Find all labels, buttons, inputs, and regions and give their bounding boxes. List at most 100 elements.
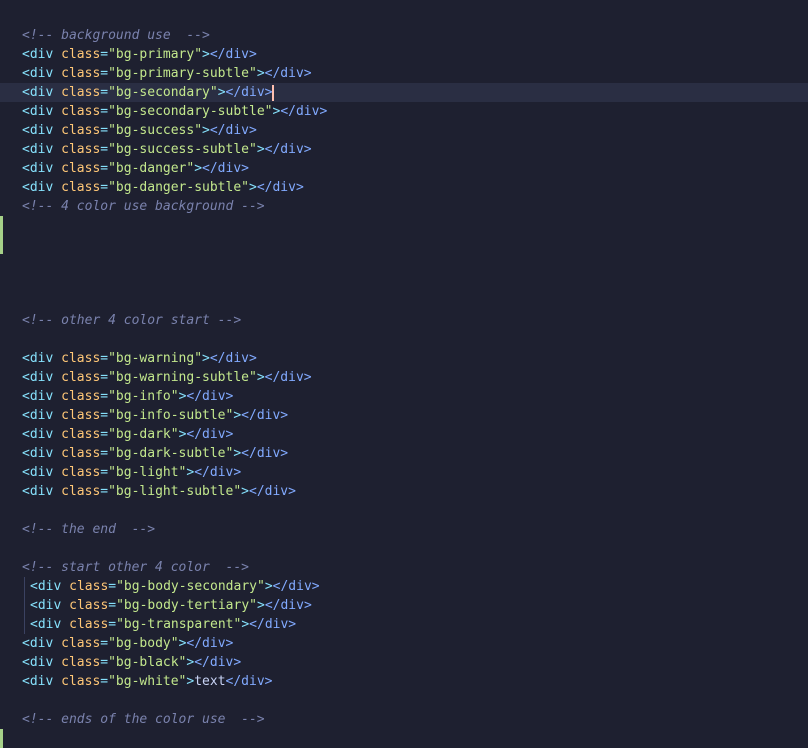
equals-sign: = (108, 617, 117, 632)
tag-open: > (257, 598, 265, 613)
attribute-value: "bg-dark-subtle" (108, 446, 234, 461)
equals-sign: = (100, 161, 109, 176)
tag-open: <div (22, 484, 62, 499)
text-content: text (194, 674, 226, 689)
code-comment: <!-- start other 4 color --> (22, 560, 249, 575)
code-line[interactable]: <div class="bg-dark-subtle"></div> (0, 444, 808, 463)
attribute-value: "bg-body-secondary" (116, 579, 265, 594)
tag-open: > (202, 47, 210, 62)
tag-open: <div (22, 465, 62, 480)
code-line[interactable]: <!-- background use --> (0, 26, 808, 45)
code-line[interactable] (0, 501, 808, 520)
tag-open: <div (22, 446, 62, 461)
tag-open: <div (22, 104, 62, 119)
code-line[interactable]: <div class="bg-secondary"></div> (0, 83, 808, 102)
attribute-value: "bg-black" (108, 655, 187, 670)
code-line[interactable] (0, 292, 808, 311)
code-line[interactable]: <div class="bg-black"></div> (0, 653, 808, 672)
attribute-name: class (61, 142, 101, 157)
attribute-name: class (69, 598, 109, 613)
code-line[interactable]: <div class="bg-body-tertiary"></div> (0, 596, 808, 615)
tag-close: </div> (225, 674, 273, 689)
tag-close: </div> (264, 598, 312, 613)
tag-close: </div> (186, 427, 234, 442)
tag-open: > (233, 408, 242, 423)
tag-open: <div (22, 655, 62, 670)
attribute-value: "bg-body" (108, 636, 179, 651)
attribute-value: "bg-primary-subtle" (108, 66, 257, 81)
attribute-name: class (61, 484, 101, 499)
code-line[interactable]: <!-- start other 4 color --> (0, 558, 808, 577)
code-line[interactable]: <div class="bg-danger"></div> (0, 159, 808, 178)
attribute-name: class (61, 66, 101, 81)
code-line[interactable]: <!-- the end --> (0, 520, 808, 539)
code-line[interactable]: <div class="bg-info"></div> (0, 387, 808, 406)
attribute-value: "bg-secondary" (108, 85, 218, 100)
code-line[interactable]: <div class="bg-primary"></div> (0, 45, 808, 64)
tag-close: </div> (194, 465, 242, 480)
attribute-value: "bg-primary" (108, 47, 203, 62)
code-line[interactable] (0, 273, 808, 292)
code-line[interactable]: <!-- ends of the color use --> (0, 710, 808, 729)
attribute-name: class (61, 47, 101, 62)
code-line[interactable] (0, 330, 808, 349)
code-line[interactable]: <div class="bg-body-secondary"></div> (0, 577, 808, 596)
attribute-name: class (61, 636, 101, 651)
equals-sign: = (100, 66, 109, 81)
code-line[interactable]: <div class="bg-success-subtle"></div> (0, 140, 808, 159)
tag-open: <div (22, 85, 62, 100)
attribute-name: class (61, 655, 101, 670)
attribute-value: "bg-body-tertiary" (116, 598, 257, 613)
code-line[interactable] (0, 254, 808, 273)
code-line[interactable]: <div class="bg-success"></div> (0, 121, 808, 140)
code-line[interactable]: <div class="bg-transparent"></div> (0, 615, 808, 634)
tag-close: </div> (225, 85, 273, 100)
code-line[interactable]: <div class="bg-light"></div> (0, 463, 808, 482)
code-line[interactable]: <div class="bg-primary-subtle"></div> (0, 64, 808, 83)
equals-sign: = (100, 484, 109, 499)
code-line[interactable]: <div class="bg-white">text</div> (0, 672, 808, 691)
attribute-name: class (61, 85, 101, 100)
equals-sign: = (100, 636, 109, 651)
attribute-value: "bg-dark" (108, 427, 179, 442)
code-line[interactable] (0, 691, 808, 710)
equals-sign: = (100, 85, 109, 100)
equals-sign: = (100, 465, 109, 480)
code-line[interactable] (0, 216, 808, 235)
code-line[interactable]: <div class="bg-warning-subtle"></div> (0, 368, 808, 387)
tag-close: </div> (209, 123, 257, 138)
attribute-value: "bg-warning-subtle" (108, 370, 257, 385)
tag-open: > (256, 142, 265, 157)
code-line[interactable] (0, 539, 808, 558)
code-line[interactable]: <div class="bg-warning"></div> (0, 349, 808, 368)
attribute-value: "bg-success" (108, 123, 203, 138)
code-line[interactable]: <div class="bg-dark"></div> (0, 425, 808, 444)
code-line[interactable]: <!-- other 4 color start --> (0, 311, 808, 330)
code-line[interactable]: <div class="bg-body"></div> (0, 634, 808, 653)
equals-sign: = (100, 142, 109, 157)
tag-close: </div> (209, 351, 257, 366)
tag-open: <div (22, 370, 62, 385)
tag-open: > (217, 85, 226, 100)
code-line[interactable]: <div class="bg-secondary-subtle"></div> (0, 102, 808, 121)
code-line[interactable]: <div class="bg-danger-subtle"></div> (0, 178, 808, 197)
tag-close: </div> (256, 180, 304, 195)
code-line[interactable]: <!-- 4 color use background --> (0, 197, 808, 216)
tag-open: > (256, 66, 265, 81)
tag-open: <div (22, 142, 62, 157)
tag-open: <div (30, 617, 70, 632)
tag-open: > (241, 484, 249, 499)
tag-open: <div (22, 351, 62, 366)
tag-open: > (194, 161, 203, 176)
code-editor[interactable]: <!-- background use --> <div class="bg-pr… (0, 26, 808, 748)
code-line[interactable]: <div class="bg-light-subtle"></div> (0, 482, 808, 501)
attribute-name: class (61, 351, 101, 366)
code-line[interactable]: <div class="bg-info-subtle"></div> (0, 406, 808, 425)
text-cursor (272, 84, 275, 101)
tag-open: > (202, 351, 210, 366)
tag-close: </div> (249, 617, 297, 632)
tag-open: <div (22, 427, 62, 442)
code-line[interactable] (0, 235, 808, 254)
code-line[interactable] (0, 729, 808, 748)
attribute-value: "bg-light" (108, 465, 187, 480)
